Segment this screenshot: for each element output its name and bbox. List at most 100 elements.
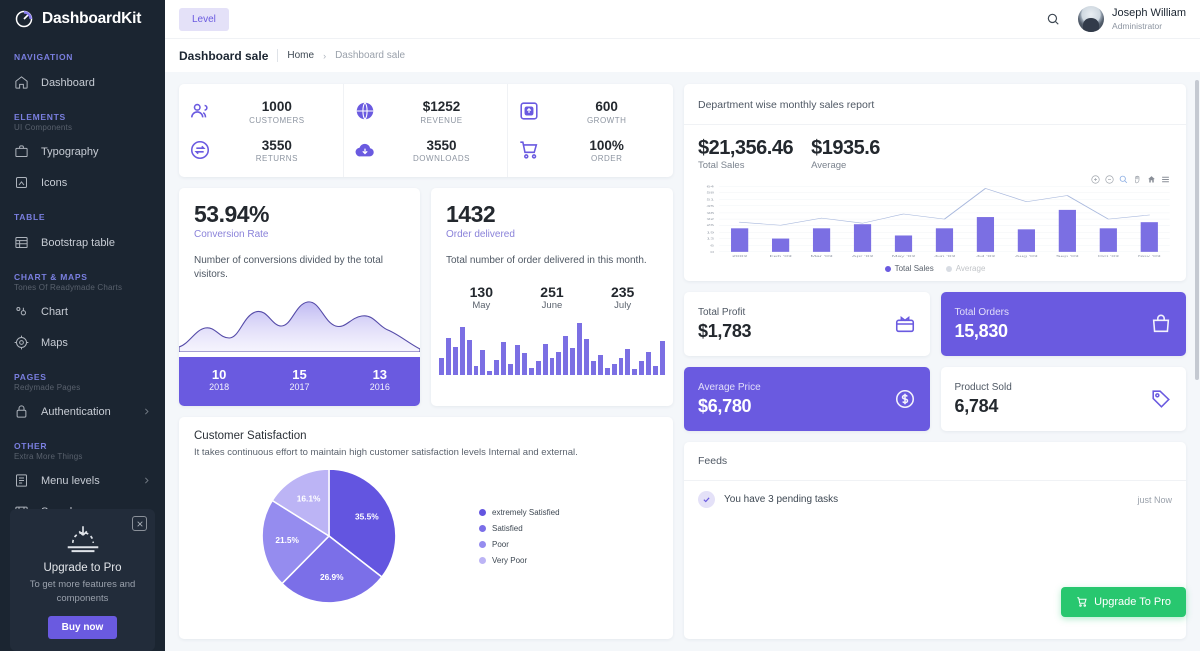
dashboard-logo-icon: [14, 9, 34, 29]
sidebar-caption-elements: ELEMENTS: [14, 112, 66, 122]
upgrade-to-pro-button[interactable]: Upgrade To Pro: [1061, 587, 1186, 617]
order-bar: [480, 350, 486, 376]
order-bar: [563, 336, 569, 376]
kpi-label: Product Sold: [954, 382, 1012, 394]
sales-bar[interactable]: [853, 224, 872, 252]
total-sales-label: Total Sales: [698, 160, 745, 171]
sidebar-item-maps[interactable]: Maps: [0, 327, 165, 358]
sidebar-caption-pages: PAGES: [14, 372, 47, 382]
sales-bar[interactable]: [1140, 222, 1158, 252]
legend-label: Very Poor: [492, 555, 528, 565]
order-bar: [611, 364, 617, 376]
sales-bar[interactable]: [1017, 229, 1035, 252]
conversion-rate-area-chart: 10 2018 15 2017 13 2016: [179, 292, 420, 407]
order-bar: [494, 359, 500, 376]
sidebar-item-chart[interactable]: Chart: [0, 296, 165, 327]
total-sales-value: $21,356.46: [698, 137, 794, 159]
sales-bar[interactable]: [1058, 209, 1076, 252]
legend-swatch: [479, 524, 486, 532]
metrics-row: 53.94% Conversion Rate Number of convers…: [179, 188, 673, 407]
legend-swatch: [479, 556, 486, 564]
typography-icon: [14, 144, 29, 159]
left-column: 1000 CUSTOMERS $1252 REVENUE 600 GROWTH …: [179, 84, 673, 639]
pie-legend-item[interactable]: Very Poor: [479, 556, 560, 565]
sales-bar[interactable]: [976, 217, 995, 252]
department-sales-chart: 0 6 13 19 26 32 38 45 51 58 64 2003 Feb '03 Mar '03 Ap…: [684, 184, 1186, 262]
menu-icon[interactable]: [1161, 175, 1170, 184]
stat-customers: 1000 CUSTOMERS: [179, 84, 344, 131]
x-tick-label: Jul '03: [976, 255, 995, 258]
average-value: $1935.6: [811, 137, 880, 159]
sidebar-item-dashboard[interactable]: Dashboard: [0, 67, 165, 98]
selection-zoom-icon[interactable]: [1119, 175, 1128, 184]
order-bar: [542, 343, 548, 376]
stat-value: 100%: [589, 137, 624, 153]
close-icon[interactable]: [132, 516, 147, 532]
page-title: Dashboard sale: [179, 48, 269, 63]
feed-row[interactable]: You have 3 pending tasks just Now: [684, 481, 1186, 518]
stat-revenue: $1252 REVENUE: [344, 84, 509, 131]
conversion-description: Number of conversions divided by the tot…: [194, 255, 383, 281]
zoom-in-icon[interactable]: [1091, 175, 1100, 184]
table-icon: [14, 235, 29, 250]
level-button[interactable]: Level: [179, 7, 229, 31]
pie-slice-label: 21.5%: [275, 535, 299, 545]
sales-bar[interactable]: [812, 228, 831, 252]
scrollbar-thumb[interactable]: [1195, 80, 1199, 380]
search-icon[interactable]: [1046, 12, 1060, 26]
sidebar-subcaption-elements: UI Components: [14, 123, 73, 132]
sidebar-item-icons[interactable]: Icons: [0, 167, 165, 198]
sales-bar[interactable]: [935, 228, 954, 252]
zoom-out-icon[interactable]: [1105, 175, 1114, 184]
conversion-year-num: 15: [292, 366, 307, 382]
stat-label: GROWTH: [586, 115, 627, 125]
pie-legend-item[interactable]: extremely Satisfied: [479, 508, 560, 517]
pie-slice-label: 26.9%: [320, 573, 344, 583]
stat-label: RETURNS: [255, 154, 298, 164]
kpi-total-profit: Total Profit $1,783: [684, 292, 930, 356]
lock-icon: [14, 404, 29, 419]
legend-average[interactable]: Average: [945, 264, 985, 273]
order-bar: [590, 361, 596, 376]
sidebar-subcaption-chart-maps: Tones Of Readymade Charts: [14, 283, 123, 292]
conversion-year-item: 10 2018: [209, 367, 229, 393]
kpi-label: Total Profit: [698, 307, 746, 319]
sidebar-item-label: Icons: [41, 176, 68, 189]
order-bar: [473, 365, 479, 376]
sidebar-item-label: Chart: [41, 305, 68, 318]
sidebar-item-menu-levels[interactable]: Menu levels: [0, 465, 165, 496]
pie-legend-item[interactable]: Poor: [479, 540, 560, 549]
order-bar: [445, 337, 451, 376]
sales-bar[interactable]: [894, 235, 913, 252]
sidebar-item-bootstrap-table[interactable]: Bootstrap table: [0, 227, 165, 258]
reset-home-icon[interactable]: [1147, 175, 1156, 184]
legend-total-sales[interactable]: Total Sales: [884, 264, 934, 273]
brand[interactable]: DashboardKit: [0, 0, 165, 38]
user-menu[interactable]: Joseph William Administrator: [1078, 6, 1186, 32]
x-tick-label: May '03: [892, 255, 916, 258]
avatar: [1078, 6, 1105, 32]
pie-slice-label: 16.1%: [297, 494, 321, 504]
conversion-label: Conversion Rate: [194, 229, 269, 241]
sidebar-caption-navigation: NAVIGATION: [14, 52, 74, 62]
x-tick-label: Nov '03: [1138, 255, 1161, 258]
returns-icon: [189, 139, 211, 161]
sales-bar[interactable]: [731, 228, 749, 252]
pie-legend-item[interactable]: Satisfied: [479, 524, 560, 533]
sidebar-item-authentication[interactable]: Authentication: [0, 396, 165, 427]
x-tick-label: Aug '03: [1015, 255, 1038, 258]
order-bar: [452, 347, 458, 376]
sidebar-item-typography[interactable]: Typography: [0, 136, 165, 167]
buy-now-button[interactable]: Buy now: [47, 616, 118, 639]
order-bar: [577, 323, 583, 376]
order-bar: [646, 351, 652, 376]
sales-bar[interactable]: [1099, 228, 1117, 252]
brand-name: DashboardKit: [42, 10, 142, 27]
upgrade-subtitle: To get more features and components: [29, 579, 136, 605]
menu-levels-icon: [14, 473, 29, 488]
pan-icon[interactable]: [1133, 175, 1142, 184]
page-scrollbar[interactable]: [1194, 0, 1200, 651]
sales-bar[interactable]: [771, 238, 790, 252]
icons-icon: [14, 175, 29, 190]
breadcrumb-home[interactable]: Home: [287, 50, 314, 61]
